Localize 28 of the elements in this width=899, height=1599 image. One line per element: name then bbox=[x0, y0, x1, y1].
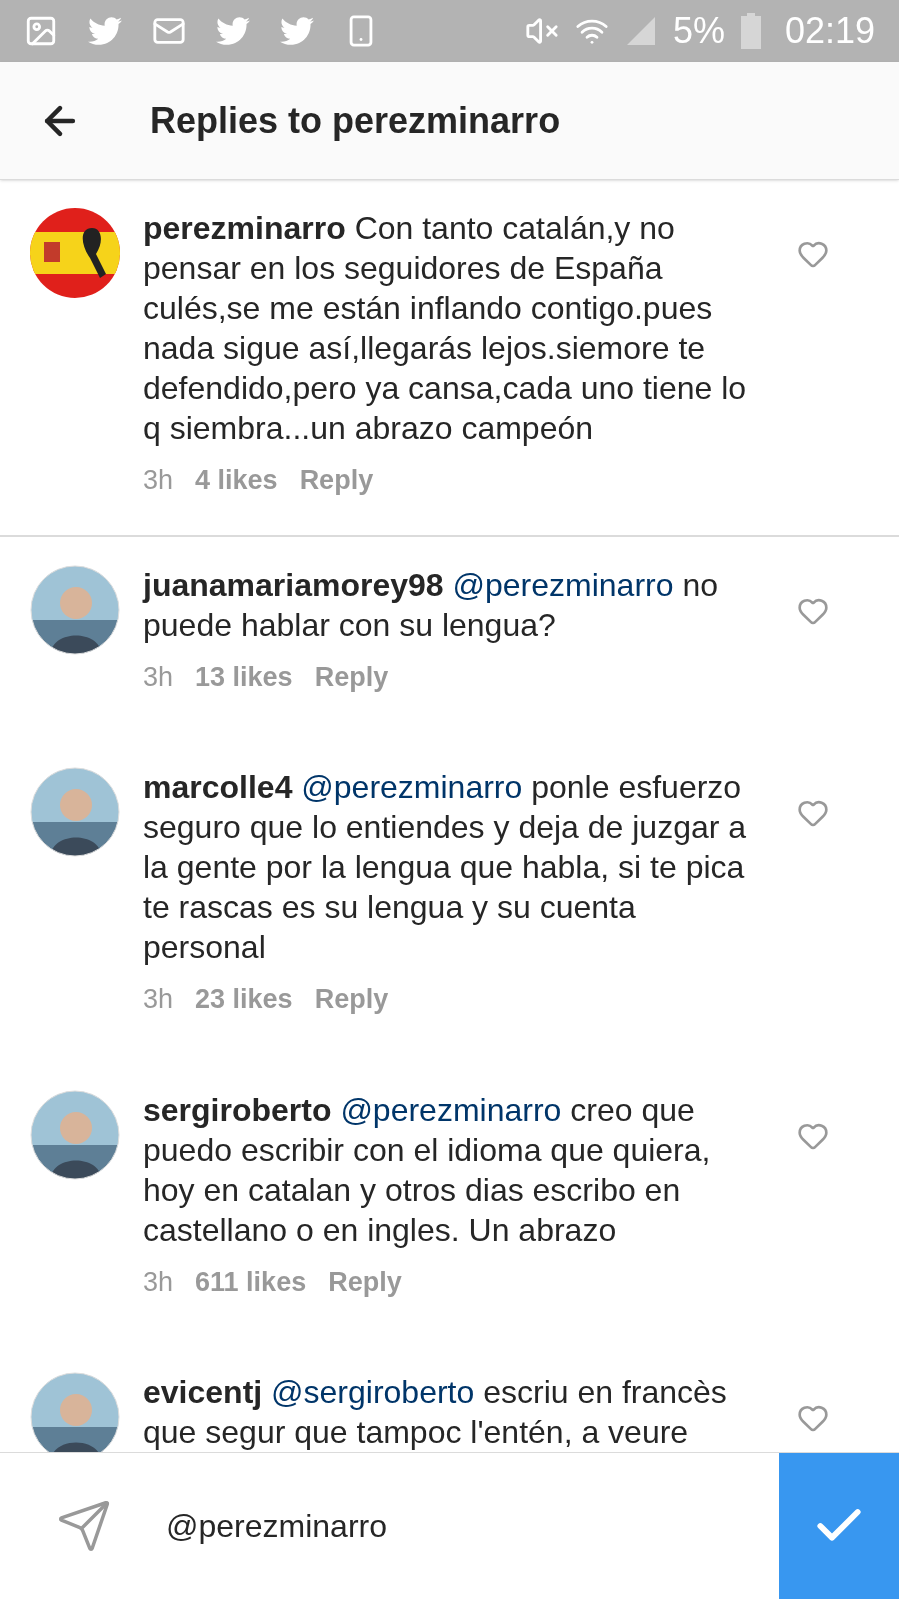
username-link[interactable]: evicentj bbox=[143, 1374, 263, 1410]
comment-text: marcolle4 @perezminarro ponle esfuerzo seguro que lo entiendes y deja de juzgar a la gente por la lengua que habla, si te pica te rascas es su lengua y su cuenta personal bbox=[143, 768, 748, 967]
bird-icon bbox=[280, 14, 314, 48]
mention-link[interactable]: @perezminarro bbox=[301, 769, 523, 805]
mention-link[interactable]: @sergiroberto bbox=[271, 1374, 475, 1410]
comment-time: 3h bbox=[143, 660, 174, 694]
clock: 02:19 bbox=[784, 9, 875, 53]
comment-text: perezminarro Con tanto catalán,y no pensar en los seguidores de España culés,se me están inflando contigo.pues nada sigue así,llegarás lejos.siemore te defendido,pero ya cansa,cada uno tiene lo q siembra...un abrazo campeón bbox=[143, 209, 748, 448]
username-link[interactable]: juanamariamorey98 bbox=[143, 566, 444, 603]
mention-link[interactable]: @perezminarro bbox=[452, 566, 674, 603]
comment-text: juanamariamorey98 @perezminarro no puede hablar con su lengua? bbox=[143, 565, 719, 645]
comment-field[interactable]: @perezminarro bbox=[166, 1453, 779, 1599]
username-link[interactable]: perezminarro bbox=[143, 210, 346, 246]
battery-percent: 5% bbox=[672, 9, 725, 53]
username-link[interactable]: sergiroberto bbox=[143, 1091, 332, 1128]
comment-time: 3h bbox=[143, 983, 174, 1016]
page-title: Replies to perezminarro bbox=[150, 98, 561, 143]
comment-time: 3h bbox=[143, 464, 174, 497]
comment-text: sergiroberto @perezminarro creo que puedo escribir con el idioma que quiera, hoy en catalan y otros dias escribo en castellano o en ingles. Un abrazo bbox=[143, 1090, 712, 1250]
comment-text: evicentj @sergiroberto escriu en francès que segur que tampoc l'entén, a veure bbox=[143, 1373, 728, 1452]
username-link[interactable]: marcolle4 bbox=[143, 769, 293, 805]
send-icon[interactable] bbox=[56, 1498, 112, 1554]
comment-time: 3h bbox=[143, 1265, 174, 1299]
image-icon bbox=[24, 14, 58, 48]
battery-icon bbox=[740, 13, 761, 49]
bird-icon bbox=[216, 14, 250, 48]
mention-link[interactable]: @perezminarro bbox=[340, 1091, 562, 1128]
bird-icon bbox=[88, 14, 122, 48]
